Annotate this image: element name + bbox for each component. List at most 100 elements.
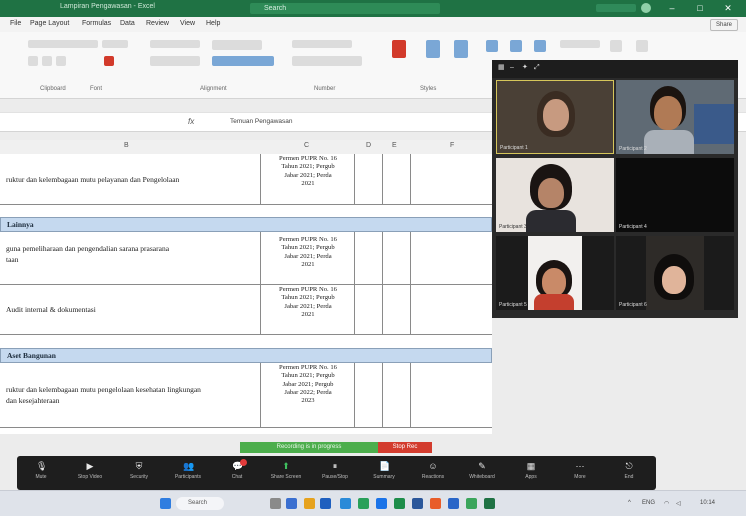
store-icon[interactable] — [358, 498, 369, 509]
shield-button[interactable]: ⛨ Security — [117, 459, 161, 487]
whatsapp-icon[interactable] — [466, 498, 477, 509]
menu-review[interactable]: Review — [146, 20, 169, 27]
menu-data[interactable]: Data — [120, 20, 135, 27]
view-grid-icon[interactable]: ▦ — [498, 64, 506, 72]
whiteboard-button[interactable]: ✎ Whiteboard — [460, 459, 504, 487]
stop-recording-button[interactable]: Stop Rec — [378, 442, 432, 453]
start-icon[interactable] — [160, 498, 171, 509]
cell-border — [354, 284, 355, 334]
alignment-group[interactable] — [150, 40, 200, 48]
insert-cells-button[interactable] — [486, 40, 498, 52]
clock[interactable]: 10:14 — [700, 500, 715, 506]
column-header-e[interactable]: E — [392, 142, 397, 149]
participant-tile[interactable]: Participant 2 — [616, 80, 734, 154]
delete-cells-button[interactable] — [510, 40, 522, 52]
chat-button[interactable]: 💬 Chat — [215, 459, 259, 487]
maximize-button[interactable]: □ — [690, 2, 710, 14]
recording-indicator[interactable]: Recording is in progress — [240, 442, 378, 453]
table-row[interactable]: ruktur dan kelembagaan mutu pelayanan da… — [0, 154, 492, 205]
search-box[interactable]: Search — [250, 3, 440, 14]
table-row[interactable]: Audit internal & dokumentasi Permen PUPR… — [0, 284, 492, 335]
apps-button[interactable]: ▦ Apps — [509, 459, 553, 487]
format-table-button[interactable] — [426, 40, 440, 58]
tray-language[interactable]: ENG — [642, 500, 655, 506]
file-explorer-icon[interactable] — [304, 498, 315, 509]
widgets-icon[interactable] — [286, 498, 297, 509]
toolbar-label: End — [624, 474, 634, 480]
chrome-icon[interactable] — [430, 498, 441, 509]
participant-tile[interactable]: Participant 6 — [616, 236, 734, 310]
autosum-button[interactable] — [560, 40, 600, 48]
zoom-app-icon[interactable] — [376, 498, 387, 509]
participant-tile[interactable]: Participant 5 — [496, 236, 614, 310]
conditional-format-button[interactable] — [392, 40, 406, 58]
chat-app-icon[interactable] — [320, 498, 331, 509]
fx-icon: fx — [188, 117, 195, 126]
expand-icon[interactable]: ⤢ — [534, 64, 542, 72]
avatar[interactable] — [641, 3, 651, 13]
toolbar-label: Summary — [373, 474, 395, 480]
close-button[interactable]: ✕ — [718, 2, 738, 14]
table-row[interactable]: ruktur dan kelembagaan mutu pengelolaan … — [0, 363, 492, 428]
sort-filter-button[interactable] — [610, 40, 622, 52]
volume-icon[interactable]: ◁ — [676, 500, 681, 507]
menu-page-layout[interactable]: Page Layout — [30, 20, 69, 27]
participants-button[interactable]: 👥 Participants — [166, 459, 210, 487]
formula-value[interactable]: Temuan Pengawasan — [230, 118, 293, 125]
more-button[interactable]: ⋯ More — [558, 459, 602, 487]
outlook-icon[interactable] — [448, 498, 459, 509]
share-button[interactable]: Share — [710, 19, 738, 31]
toolbar-label: Participants — [174, 474, 202, 480]
number-buttons[interactable] — [292, 56, 362, 66]
underline-button[interactable] — [56, 56, 66, 66]
menu-formulas[interactable]: Formulas — [82, 20, 111, 27]
participant-tile[interactable]: Participant 3 — [496, 158, 614, 232]
number-format-select[interactable] — [292, 40, 352, 48]
excel-window-icon[interactable] — [484, 498, 495, 509]
participant-tile[interactable]: Participant 1 — [496, 80, 614, 154]
mic-button[interactable]: 🎙 Mute — [19, 459, 63, 487]
column-header-d[interactable]: D — [366, 142, 371, 149]
font-name-select[interactable] — [28, 40, 98, 48]
end-button[interactable]: ⎋ End — [607, 459, 651, 487]
italic-button[interactable] — [42, 56, 52, 66]
menu-file[interactable]: File — [10, 20, 21, 27]
row-reference: Permen PUPR No. 16 Tahun 2021; Pergub Jaba… — [279, 236, 337, 268]
summary-button[interactable]: 📄 Summary — [362, 459, 406, 487]
spreadsheet-grid[interactable]: ruktur dan kelembagaan mutu pelayanan da… — [0, 154, 492, 434]
table-row[interactable]: guna pemeliharaan dan pengendalian saran… — [0, 232, 492, 285]
word-app-icon[interactable] — [412, 498, 423, 509]
bold-button[interactable] — [28, 56, 38, 66]
task-view-icon[interactable] — [270, 498, 281, 509]
participant-tile[interactable]: Participant 4 — [616, 158, 734, 232]
excel-app-icon[interactable] — [394, 498, 405, 509]
pause-button[interactable]: ⏸ Pause/Stop — [313, 459, 357, 487]
menu-view[interactable]: View — [180, 20, 195, 27]
participant-face — [662, 266, 686, 294]
font-color-button[interactable] — [104, 56, 114, 66]
minimize-icon[interactable]: – — [510, 64, 518, 72]
pin-icon[interactable]: ✦ — [522, 64, 530, 72]
video-button[interactable]: ▶ Stop Video — [68, 459, 112, 487]
edge-icon[interactable] — [340, 498, 351, 509]
column-header-f[interactable]: F — [450, 142, 454, 149]
column-header-b[interactable]: B — [124, 142, 129, 149]
column-header-c[interactable]: C — [304, 142, 309, 149]
cell-styles-button[interactable] — [454, 40, 468, 58]
format-cells-button[interactable] — [534, 40, 546, 52]
find-select-button[interactable] — [636, 40, 648, 52]
wifi-icon[interactable]: ◠ — [664, 500, 669, 507]
alignment-buttons[interactable] — [150, 56, 200, 66]
menu-help[interactable]: Help — [206, 20, 220, 27]
tray-chevron-icon[interactable]: ^ — [628, 500, 631, 506]
font-size-select[interactable] — [102, 40, 128, 48]
merge-center-button[interactable] — [212, 56, 274, 66]
toolbar-label: Pause/Stop — [322, 474, 348, 480]
reactions-button[interactable]: ☺ Reactions — [411, 459, 455, 487]
minimize-button[interactable]: – — [662, 2, 682, 14]
taskbar-search[interactable]: Search — [176, 497, 224, 510]
share-screen-button[interactable]: ⬆ Share Screen — [264, 459, 308, 487]
excel-title-bar: Lampiran Pengawasan - Excel Search – □ ✕ — [0, 0, 746, 17]
wrap-text-button[interactable] — [212, 40, 262, 50]
account-name[interactable] — [596, 4, 636, 12]
